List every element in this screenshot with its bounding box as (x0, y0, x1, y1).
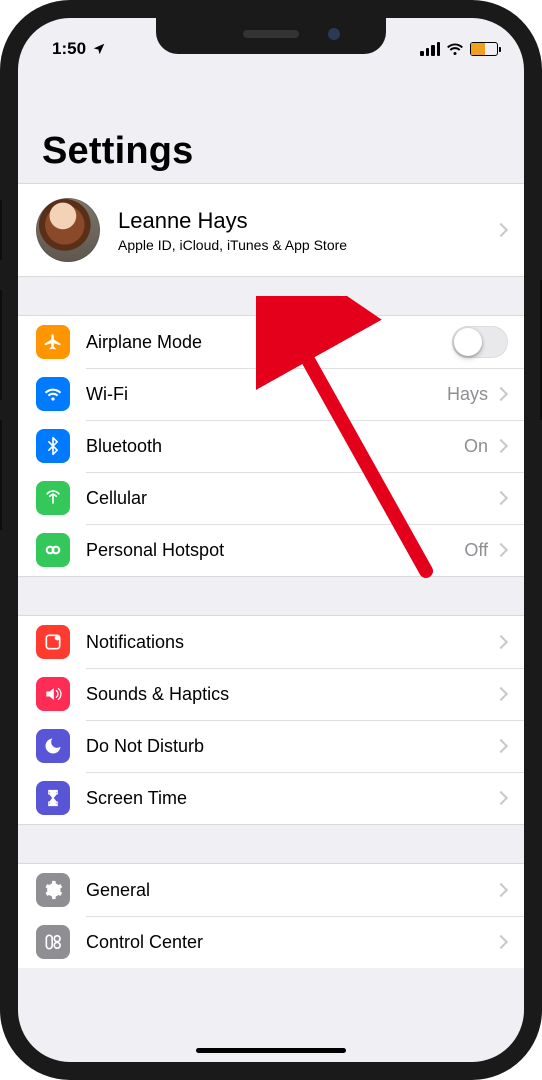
notch (156, 18, 386, 54)
chevron-right-icon (494, 687, 508, 701)
row-label: Airplane Mode (86, 332, 452, 353)
chevron-right-icon (494, 883, 508, 897)
chevron-right-icon (494, 387, 508, 401)
profile-name: Leanne Hays (118, 208, 496, 234)
bluetooth-row[interactable]: Bluetooth On (18, 420, 524, 472)
device-frame: 1:50 Settings L (0, 0, 542, 1080)
connectivity-group: Airplane Mode Wi-Fi Hays Bluetooth On (18, 315, 524, 577)
chevron-right-icon (494, 223, 508, 237)
row-label: Control Center (86, 932, 496, 953)
chevron-right-icon (494, 635, 508, 649)
dnd-icon (36, 729, 70, 763)
hotspot-icon (36, 533, 70, 567)
wifi-icon (446, 40, 464, 58)
cellular-icon (36, 481, 70, 515)
chevron-right-icon (494, 791, 508, 805)
airplane-mode-row[interactable]: Airplane Mode (18, 316, 524, 368)
location-icon (92, 42, 106, 56)
row-value: Hays (447, 384, 488, 405)
screentime-row[interactable]: Screen Time (18, 772, 524, 824)
sounds-row[interactable]: Sounds & Haptics (18, 668, 524, 720)
notifications-row[interactable]: Notifications (18, 616, 524, 668)
wifi-row-icon (36, 377, 70, 411)
hotspot-row[interactable]: Personal Hotspot Off (18, 524, 524, 576)
sounds-icon (36, 677, 70, 711)
row-label: Personal Hotspot (86, 540, 464, 561)
chevron-right-icon (494, 935, 508, 949)
control-center-icon (36, 925, 70, 959)
page-title: Settings (42, 130, 500, 173)
chevron-right-icon (494, 739, 508, 753)
status-time: 1:50 (52, 39, 86, 59)
row-label: General (86, 880, 496, 901)
bluetooth-icon (36, 429, 70, 463)
apple-id-row[interactable]: Leanne Hays Apple ID, iCloud, iTunes & A… (18, 184, 524, 276)
control-center-row[interactable]: Control Center (18, 916, 524, 968)
notifications-group: Notifications Sounds & Haptics Do Not Di… (18, 615, 524, 825)
general-group: General Control Center (18, 863, 524, 968)
chevron-right-icon (494, 543, 508, 557)
profile-subtitle: Apple ID, iCloud, iTunes & App Store (118, 237, 496, 253)
row-label: Screen Time (86, 788, 496, 809)
screentime-icon (36, 781, 70, 815)
row-label: Bluetooth (86, 436, 464, 457)
avatar (36, 198, 100, 262)
notifications-icon (36, 625, 70, 659)
chevron-right-icon (494, 439, 508, 453)
chevron-right-icon (494, 491, 508, 505)
row-label: Do Not Disturb (86, 736, 496, 757)
page-header: Settings (18, 68, 524, 183)
row-value: Off (464, 540, 488, 561)
row-label: Notifications (86, 632, 496, 653)
row-label: Sounds & Haptics (86, 684, 496, 705)
dnd-row[interactable]: Do Not Disturb (18, 720, 524, 772)
cellular-signal-icon (420, 42, 440, 56)
general-row[interactable]: General (18, 864, 524, 916)
battery-icon (470, 42, 498, 56)
row-label: Cellular (86, 488, 496, 509)
row-value: On (464, 436, 488, 457)
row-label: Wi-Fi (86, 384, 447, 405)
airplane-mode-toggle[interactable] (452, 326, 508, 358)
gear-icon (36, 873, 70, 907)
cellular-row[interactable]: Cellular (18, 472, 524, 524)
screen: 1:50 Settings L (18, 18, 524, 1062)
wifi-row[interactable]: Wi-Fi Hays (18, 368, 524, 420)
home-indicator[interactable] (196, 1048, 346, 1053)
profile-group: Leanne Hays Apple ID, iCloud, iTunes & A… (18, 183, 524, 277)
airplane-icon (36, 325, 70, 359)
